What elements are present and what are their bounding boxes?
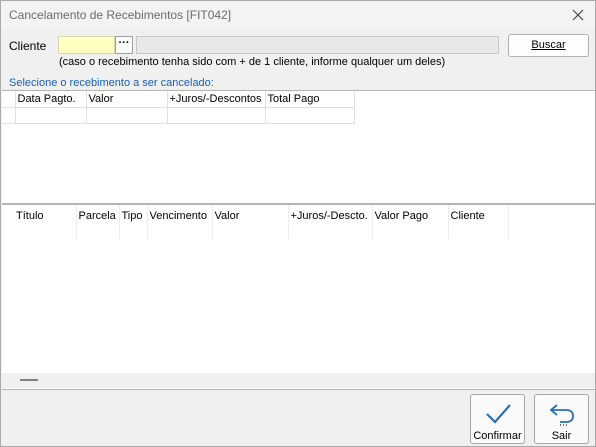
row-indicator-header bbox=[2, 91, 16, 108]
column-header[interactable]: Valor bbox=[212, 205, 289, 239]
table-cell[interactable] bbox=[86, 107, 168, 124]
titulos-table: Título Parcela Tipo Vencimento Valor +Ju… bbox=[2, 205, 509, 239]
dialog-window: Cancelamento de Recebimentos [FIT042] Cl… bbox=[0, 0, 596, 447]
recebimentos-header-row: Data Pagto. Valor +Juros/-Descontos Tota… bbox=[2, 91, 355, 108]
column-header[interactable]: Data Pagto. bbox=[15, 91, 87, 108]
cliente-lookup-button[interactable]: ··· bbox=[115, 36, 133, 54]
cliente-hint: (caso o recebimento tenha sido com + de … bbox=[59, 56, 446, 68]
column-header[interactable]: +Juros/-Descto. bbox=[288, 205, 373, 239]
sair-button[interactable]: Sair bbox=[534, 394, 589, 444]
titulos-grid[interactable]: Título Parcela Tipo Vencimento Valor +Ju… bbox=[2, 204, 595, 390]
cliente-code-input[interactable] bbox=[58, 36, 115, 54]
titulos-header-row: Título Parcela Tipo Vencimento Valor +Ju… bbox=[2, 205, 509, 239]
column-header[interactable]: Valor Pago bbox=[372, 205, 449, 239]
cliente-name-field bbox=[136, 36, 499, 54]
recebimentos-table: Data Pagto. Valor +Juros/-Descontos Tota… bbox=[2, 91, 355, 124]
horizontal-scrollbar[interactable] bbox=[2, 373, 595, 388]
column-header[interactable]: Parcela bbox=[76, 205, 120, 239]
sair-label: Sair bbox=[551, 430, 572, 442]
check-icon bbox=[486, 404, 511, 424]
column-header[interactable]: Título bbox=[2, 205, 77, 239]
column-header[interactable]: Total Pago bbox=[265, 91, 355, 108]
column-header[interactable]: Vencimento bbox=[147, 205, 213, 239]
recebimentos-grid[interactable]: Data Pagto. Valor +Juros/-Descontos Tota… bbox=[2, 90, 595, 204]
column-header[interactable]: +Juros/-Descontos bbox=[167, 91, 266, 108]
column-header[interactable]: Cliente bbox=[448, 205, 509, 239]
table-cell[interactable] bbox=[15, 107, 87, 124]
title-bar: Cancelamento de Recebimentos [FIT042] bbox=[1, 1, 595, 29]
close-button[interactable] bbox=[561, 1, 595, 29]
table-row[interactable] bbox=[2, 107, 355, 124]
column-header[interactable]: Valor bbox=[86, 91, 168, 108]
table-cell[interactable] bbox=[265, 107, 355, 124]
column-header[interactable]: Tipo bbox=[119, 205, 148, 239]
row-indicator bbox=[2, 107, 16, 124]
buscar-button[interactable]: Buscar bbox=[508, 34, 589, 57]
table-cell[interactable] bbox=[167, 107, 266, 124]
scrollbar-thumb[interactable] bbox=[20, 379, 38, 381]
buscar-label: Buscar bbox=[531, 39, 566, 51]
confirmar-button[interactable]: Confirmar bbox=[470, 394, 525, 444]
confirmar-label: Confirmar bbox=[473, 430, 522, 442]
exit-arrow-icon bbox=[549, 404, 574, 426]
window-title: Cancelamento de Recebimentos [FIT042] bbox=[9, 8, 232, 22]
cliente-label: Cliente bbox=[9, 39, 47, 53]
selection-label: Selecione o recebimento a ser cancelado: bbox=[9, 77, 214, 89]
close-icon bbox=[572, 9, 584, 21]
